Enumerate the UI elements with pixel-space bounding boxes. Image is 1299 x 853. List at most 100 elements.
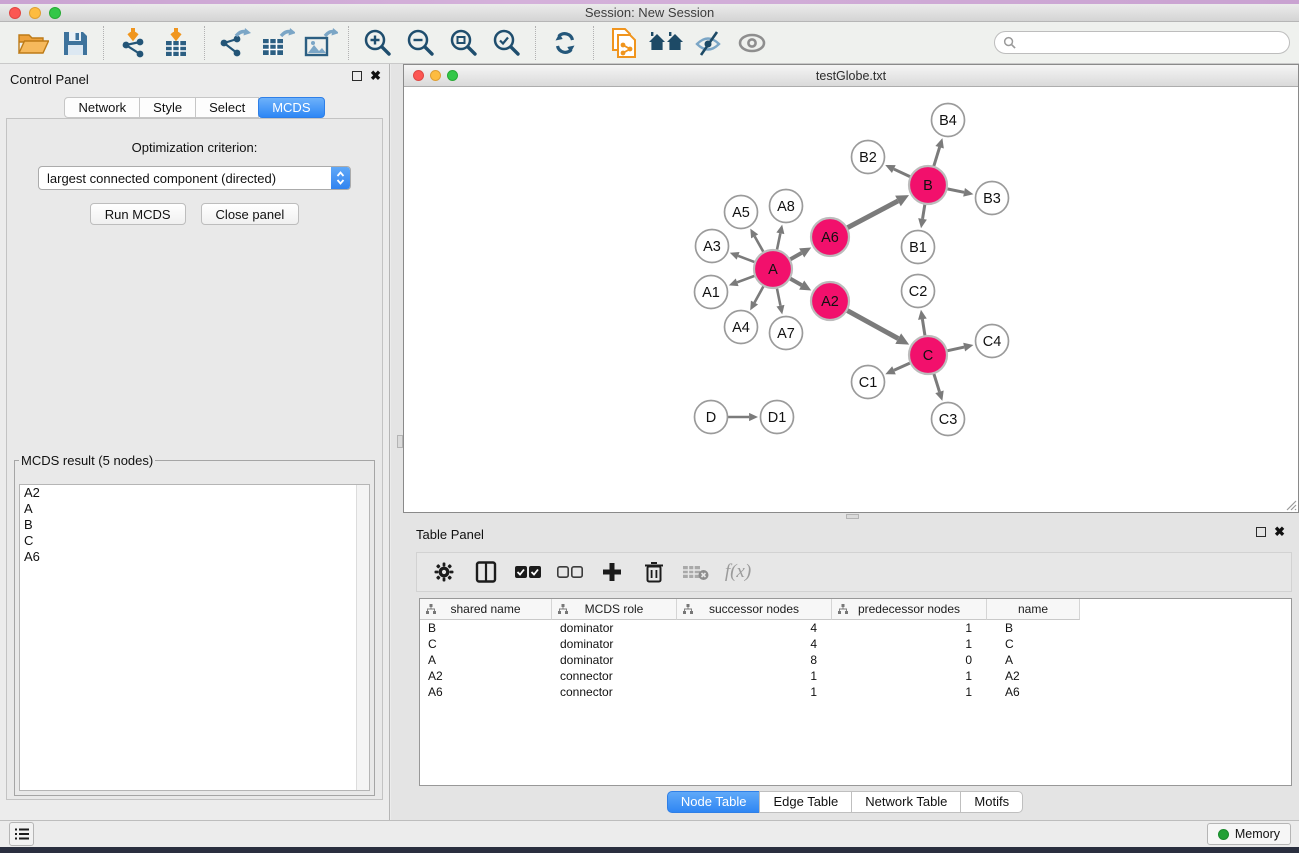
network-edge-C-C3[interactable] bbox=[934, 373, 944, 401]
delete-table-icon[interactable] bbox=[677, 555, 715, 589]
network-edge-C-C2[interactable] bbox=[918, 310, 927, 336]
import-network-icon[interactable] bbox=[111, 24, 154, 62]
network-node-C2[interactable]: C2 bbox=[902, 275, 935, 308]
close-panel-button[interactable]: Close panel bbox=[201, 203, 300, 225]
tab-network-table[interactable]: Network Table bbox=[851, 791, 961, 813]
network-node-C3[interactable]: C3 bbox=[932, 403, 965, 436]
toggle-columns-icon[interactable] bbox=[467, 555, 505, 589]
column-header-name[interactable]: name bbox=[987, 599, 1080, 620]
network-node-C1[interactable]: C1 bbox=[852, 366, 885, 399]
criterion-dropdown[interactable]: largest connected component (directed) bbox=[38, 166, 351, 190]
result-item[interactable]: A bbox=[20, 501, 369, 517]
network-edge-C-C4[interactable] bbox=[947, 343, 974, 352]
network-edge-A-A8[interactable] bbox=[776, 225, 784, 251]
eye-icon[interactable] bbox=[730, 24, 773, 62]
function-builder-icon[interactable]: f(x) bbox=[719, 555, 757, 589]
vertical-split-handle[interactable] bbox=[397, 435, 403, 448]
run-mcds-button[interactable]: Run MCDS bbox=[90, 203, 186, 225]
add-column-icon[interactable] bbox=[593, 555, 631, 589]
table-row[interactable]: Cdominator41C bbox=[420, 636, 1291, 652]
table-row[interactable]: Adominator80A bbox=[420, 652, 1291, 668]
network-node-B[interactable]: B bbox=[909, 166, 947, 204]
network-node-A6[interactable]: A6 bbox=[811, 218, 849, 256]
float-table-panel-icon[interactable] bbox=[1256, 527, 1266, 537]
tab-mcds[interactable]: MCDS bbox=[258, 97, 324, 118]
column-header-predecessor-nodes[interactable]: predecessor nodes bbox=[832, 599, 987, 620]
network-edge-A-A3[interactable] bbox=[730, 252, 755, 262]
network-node-A3[interactable]: A3 bbox=[696, 230, 729, 263]
network-node-B4[interactable]: B4 bbox=[932, 104, 965, 137]
task-history-button[interactable] bbox=[9, 822, 34, 846]
tab-node-table[interactable]: Node Table bbox=[667, 791, 761, 813]
network-edge-A-A7[interactable] bbox=[776, 288, 784, 315]
network-window-titlebar[interactable]: testGlobe.txt bbox=[404, 65, 1298, 87]
float-panel-icon[interactable] bbox=[352, 71, 362, 81]
network-node-C4[interactable]: C4 bbox=[976, 325, 1009, 358]
table-row[interactable]: A6connector11A6 bbox=[420, 684, 1291, 700]
network-edge-C-C1[interactable] bbox=[885, 363, 910, 375]
tab-network[interactable]: Network bbox=[64, 97, 140, 118]
network-node-A7[interactable]: A7 bbox=[770, 317, 803, 350]
network-edge-B-B4[interactable] bbox=[934, 138, 944, 167]
network-edge-A2-C[interactable] bbox=[847, 310, 910, 344]
zoom-out-icon[interactable] bbox=[399, 24, 442, 62]
close-panel-icon[interactable]: ✖ bbox=[370, 71, 381, 81]
document-network-icon[interactable] bbox=[601, 24, 644, 62]
close-table-panel-icon[interactable]: ✖ bbox=[1274, 527, 1285, 537]
memory-button[interactable]: Memory bbox=[1207, 823, 1291, 845]
search-field[interactable] bbox=[994, 31, 1290, 54]
network-edge-B-B1[interactable] bbox=[918, 204, 927, 228]
network-canvas[interactable]: B4B2BB3B1A5A8A6A3AA1A2A4A7C2CC4C1C3DD1 bbox=[404, 87, 1298, 512]
network-node-A1[interactable]: A1 bbox=[695, 276, 728, 309]
column-header-successor-nodes[interactable]: successor nodes bbox=[677, 599, 832, 620]
import-table-icon[interactable] bbox=[154, 24, 197, 62]
deselect-all-icon[interactable] bbox=[551, 555, 589, 589]
network-edge-A-A2[interactable] bbox=[790, 278, 812, 290]
result-item[interactable]: C bbox=[20, 533, 369, 549]
network-node-A[interactable]: A bbox=[754, 250, 792, 288]
network-edge-B-B2[interactable] bbox=[885, 165, 911, 177]
tab-select[interactable]: Select bbox=[195, 97, 259, 118]
network-edge-A6-B[interactable] bbox=[847, 195, 909, 228]
network-node-B1[interactable]: B1 bbox=[902, 231, 935, 264]
zoom-fit-icon[interactable] bbox=[442, 24, 485, 62]
network-edge-A-A1[interactable] bbox=[729, 276, 755, 287]
tab-edge-table[interactable]: Edge Table bbox=[759, 791, 852, 813]
save-icon[interactable] bbox=[53, 24, 96, 62]
column-header-shared-name[interactable]: shared name bbox=[420, 599, 552, 620]
result-list-scrollbar[interactable] bbox=[356, 485, 369, 790]
network-edge-A-A4[interactable] bbox=[750, 286, 764, 311]
horizontal-split-handle[interactable] bbox=[846, 514, 859, 519]
result-item[interactable]: A2 bbox=[20, 485, 369, 501]
network-node-A2[interactable]: A2 bbox=[811, 282, 849, 320]
result-item[interactable]: A6 bbox=[20, 549, 369, 565]
open-folder-icon[interactable] bbox=[10, 24, 53, 62]
network-node-A8[interactable]: A8 bbox=[770, 190, 803, 223]
houses-icon[interactable] bbox=[644, 24, 687, 62]
toggle-eye-icon[interactable] bbox=[687, 24, 730, 62]
network-node-B3[interactable]: B3 bbox=[976, 182, 1009, 215]
network-node-A5[interactable]: A5 bbox=[725, 196, 758, 229]
network-node-D1[interactable]: D1 bbox=[761, 401, 794, 434]
export-network-icon[interactable] bbox=[212, 24, 255, 62]
network-edge-A-A5[interactable] bbox=[750, 229, 763, 253]
network-edge-D-D1[interactable] bbox=[728, 413, 759, 421]
export-table-icon[interactable] bbox=[255, 24, 298, 62]
resize-grip-icon[interactable] bbox=[1284, 498, 1297, 511]
network-node-D[interactable]: D bbox=[695, 401, 728, 434]
network-node-B2[interactable]: B2 bbox=[852, 141, 885, 174]
network-edge-A-A6[interactable] bbox=[790, 248, 812, 260]
tab-style[interactable]: Style bbox=[139, 97, 196, 118]
refresh-icon[interactable] bbox=[543, 24, 586, 62]
search-input[interactable] bbox=[1021, 36, 1281, 50]
settings-gear-icon[interactable] bbox=[425, 555, 463, 589]
zoom-in-icon[interactable] bbox=[356, 24, 399, 62]
network-node-A4[interactable]: A4 bbox=[725, 311, 758, 344]
column-header-MCDS-role[interactable]: MCDS role bbox=[552, 599, 677, 620]
export-image-icon[interactable] bbox=[298, 24, 341, 62]
table-row[interactable]: A2connector11A2 bbox=[420, 668, 1291, 684]
network-edge-B-B3[interactable] bbox=[947, 188, 974, 197]
delete-column-icon[interactable] bbox=[635, 555, 673, 589]
table-row[interactable]: Bdominator41B bbox=[420, 620, 1291, 636]
node-table[interactable]: shared nameMCDS rolesuccessor nodesprede… bbox=[419, 598, 1292, 786]
